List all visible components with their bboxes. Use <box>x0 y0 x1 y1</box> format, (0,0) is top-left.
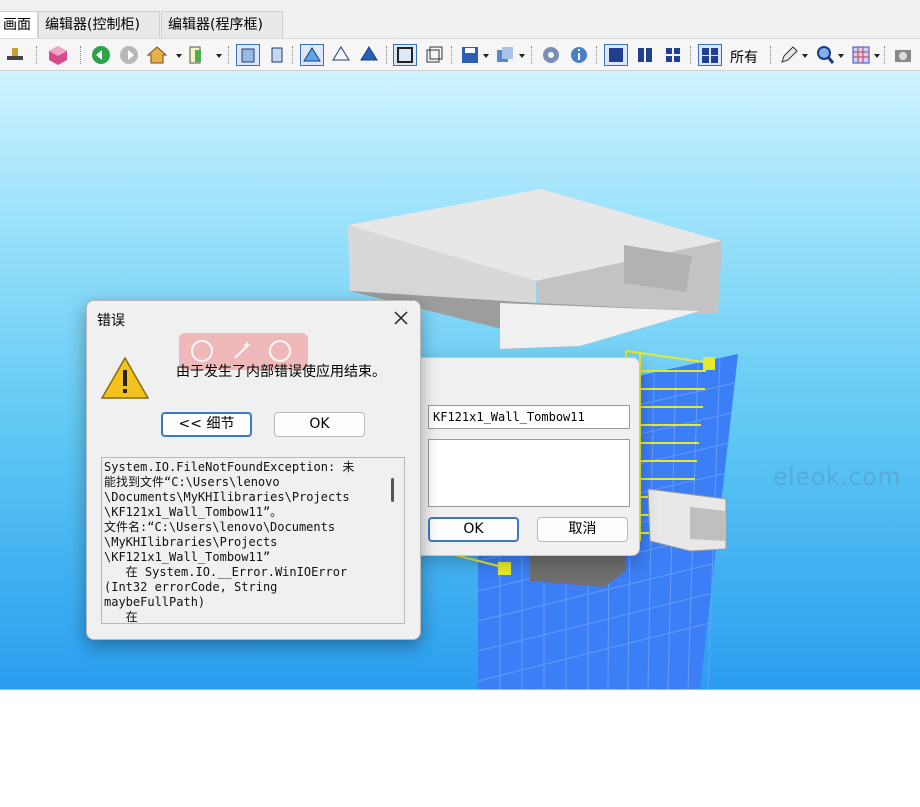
dual-view-icon[interactable] <box>634 44 656 66</box>
single-view-icon[interactable] <box>604 44 628 66</box>
input-ok-button[interactable]: OK <box>428 517 519 542</box>
tab-view[interactable]: 画面 <box>0 11 38 38</box>
tab-editor-program-label: 编辑器(程序框) <box>168 17 263 33</box>
error-message: 由于发生了内部错误使应用结束。 <box>176 364 386 380</box>
toolbar-separator <box>386 46 388 64</box>
save-icon[interactable] <box>459 44 481 66</box>
forward-icon[interactable] <box>118 44 140 66</box>
toolbar-separator <box>531 46 533 64</box>
close-icon[interactable] <box>392 309 410 327</box>
settings-icon[interactable] <box>540 44 562 66</box>
watermark: eleok.com <box>773 463 902 491</box>
toolbar: 所有 <box>0 38 920 71</box>
cube-icon[interactable] <box>47 44 69 66</box>
tab-editor-cabinet-label: 编辑器(控制柜) <box>45 17 140 33</box>
error-ok-button[interactable]: OK <box>274 412 365 437</box>
copy-icon[interactable] <box>494 44 516 66</box>
search-circle-icon[interactable] <box>269 340 291 362</box>
toolbar-separator <box>36 46 38 64</box>
error-dialog: 错误 由于发生了内部错误使应用结束。 << 细节 OK System.IO.Fi… <box>86 300 421 640</box>
window-copy-icon[interactable] <box>423 44 445 66</box>
viewport-bottom-border <box>0 689 920 690</box>
description-textarea[interactable] <box>428 439 630 507</box>
tab-editor-cabinet[interactable]: 编辑器(控制柜) <box>38 11 160 38</box>
toolbar-separator <box>770 46 772 64</box>
shaded-icon[interactable] <box>358 44 380 66</box>
camera-icon[interactable] <box>892 44 914 66</box>
pencil-icon[interactable] <box>778 44 800 66</box>
front-view-icon[interactable] <box>236 44 260 66</box>
input-cancel-button[interactable]: 取消 <box>537 517 628 542</box>
magic-wand-icon[interactable] <box>231 340 253 362</box>
error-title: 错误 <box>97 313 125 329</box>
toolbar-separator <box>451 46 453 64</box>
grid-dropdown-caret[interactable] <box>874 54 880 58</box>
zoom-icon[interactable] <box>814 44 836 66</box>
details-text: System.IO.FileNotFoundException: 未 能找到文件… <box>104 460 355 624</box>
home-icon[interactable] <box>146 44 168 66</box>
toolbar-separator <box>884 46 886 64</box>
toolbar-separator <box>690 46 692 64</box>
frame-icon[interactable] <box>186 44 208 66</box>
side-view-icon[interactable] <box>266 44 288 66</box>
back-icon[interactable] <box>90 44 112 66</box>
toolbar-separator <box>80 46 82 64</box>
warning-icon <box>100 355 150 405</box>
copy-dropdown-caret[interactable] <box>519 54 525 58</box>
ai-icon[interactable] <box>191 340 213 362</box>
all-label[interactable]: 所有 <box>730 47 758 67</box>
pin-icon[interactable] <box>4 44 26 66</box>
details-scrollbar[interactable] <box>391 478 394 502</box>
select-all-icon[interactable] <box>698 44 722 66</box>
wireframe-icon[interactable] <box>330 44 352 66</box>
toolbar-separator <box>228 46 230 64</box>
details-textbox[interactable]: System.IO.FileNotFoundException: 未 能找到文件… <box>101 457 405 624</box>
zoom-dropdown-caret[interactable] <box>838 54 844 58</box>
tab-editor-program[interactable]: 编辑器(程序框) <box>161 11 283 38</box>
quad-view-icon[interactable] <box>662 44 684 66</box>
details-button[interactable]: << 细节 <box>161 412 252 437</box>
home-dropdown-caret[interactable] <box>176 54 182 58</box>
error-titlebar: 错误 <box>87 301 420 337</box>
toolbar-separator <box>596 46 598 64</box>
name-input-dialog: OK 取消 <box>418 357 640 556</box>
toolbar-separator <box>292 46 294 64</box>
pencil-dropdown-caret[interactable] <box>802 54 808 58</box>
window-icon[interactable] <box>393 44 417 66</box>
frame-dropdown-caret[interactable] <box>216 54 222 58</box>
name-input[interactable] <box>428 405 630 429</box>
save-dropdown-caret[interactable] <box>483 54 489 58</box>
tab-view-label: 画面 <box>3 17 31 33</box>
info-icon[interactable] <box>568 44 590 66</box>
grid-icon[interactable] <box>850 44 872 66</box>
tab-bar: 画面 编辑器(控制柜) 编辑器(程序框) <box>0 0 920 38</box>
perspective-icon[interactable] <box>300 44 324 66</box>
